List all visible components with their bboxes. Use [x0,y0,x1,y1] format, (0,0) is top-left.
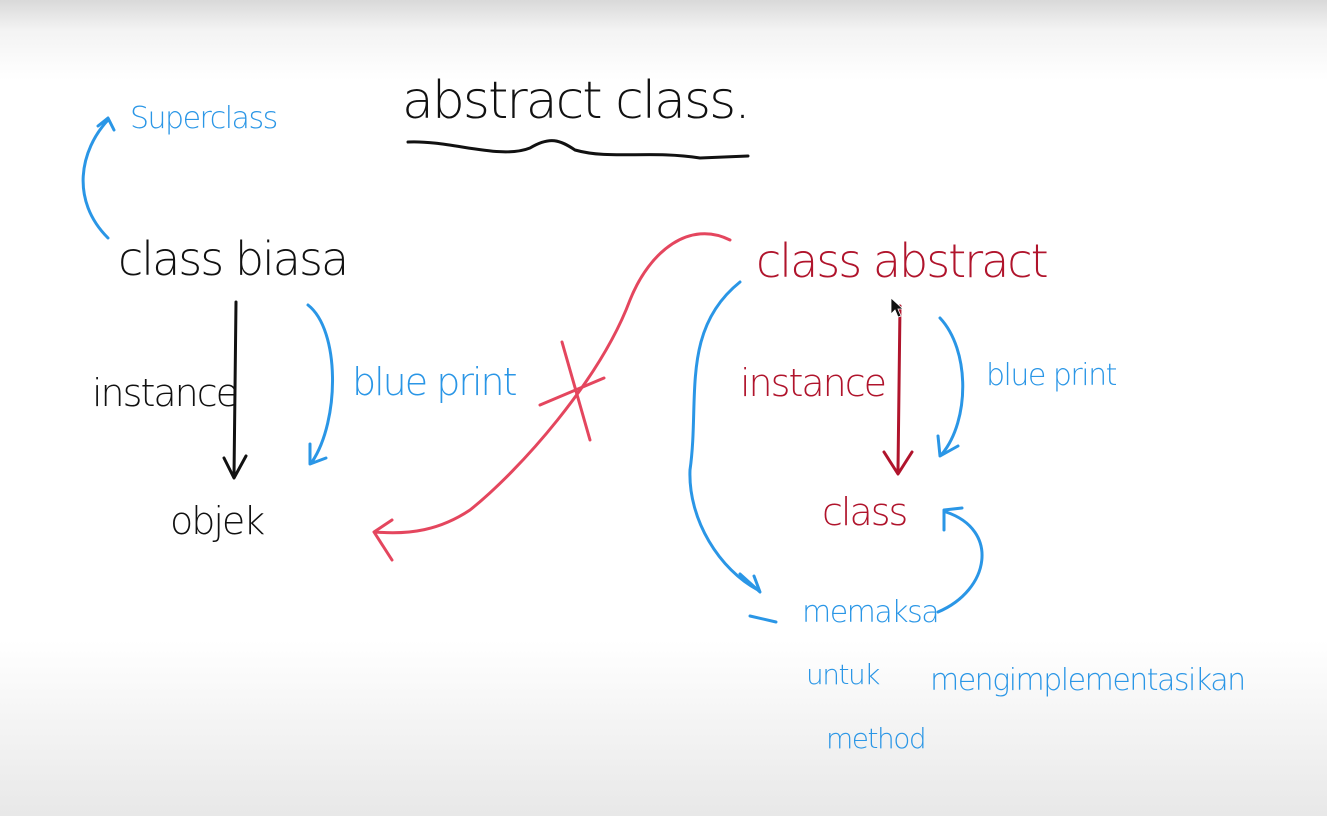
superclass-label: Superclass [130,101,277,136]
class-abstract-label: class abstract [756,234,1047,288]
object-label: objek [170,499,264,543]
whiteboard-canvas: abstract class. Superclass class biasa i… [81,71,1246,755]
dash-mark [748,614,778,624]
instance-label-right: instance [740,361,885,405]
blueprint-label-right: blue print [986,358,1117,393]
note-line-3: method [826,722,925,755]
blueprint-label-left: blue print [352,360,517,404]
note-line-1: memaksa [802,595,938,630]
note-word: mengimplementasikan [930,663,1245,698]
force-arrow [688,280,762,594]
class-label: class [822,490,907,534]
blueprint-arrow-left [306,303,334,466]
class-basic-label: class biasa [118,232,347,286]
title-underline [406,139,750,160]
superclass-arrow [81,116,116,240]
implement-arrow [936,506,984,614]
cross-mark [538,340,606,442]
blueprint-arrow-right [936,316,965,458]
note-line-2: untuk [806,658,880,691]
instance-arrow-right [882,304,914,476]
instance-label-left: instance [92,371,237,415]
title-text: abstract class. [402,71,749,131]
